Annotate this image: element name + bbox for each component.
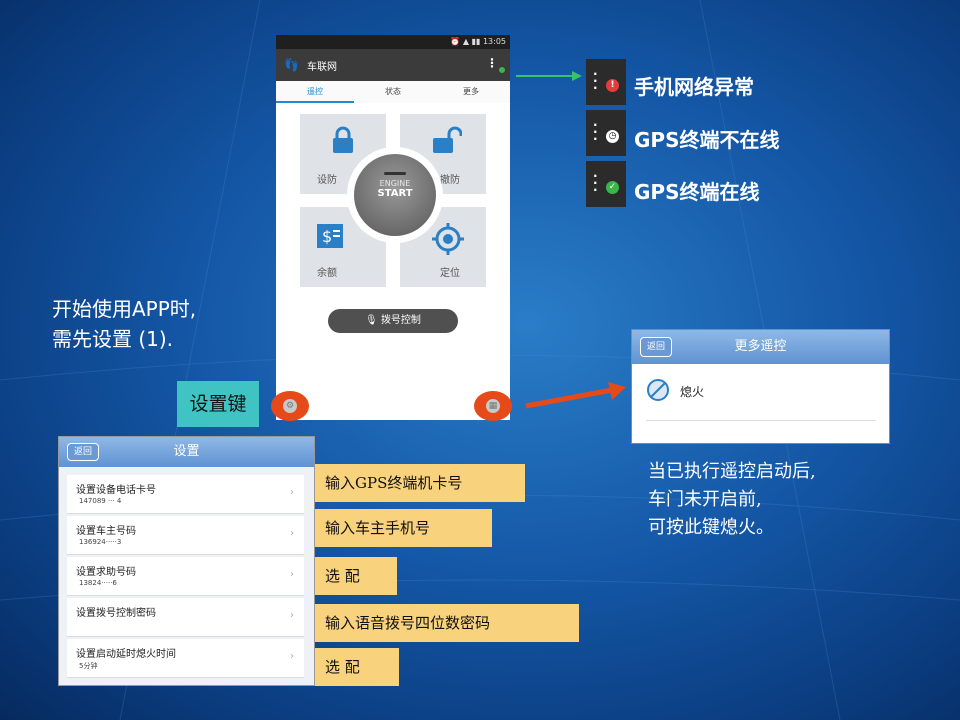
- note-optional-2: 选 配: [315, 648, 399, 686]
- green-arrow: [516, 71, 582, 81]
- phone-screen: ⏰ ▲ ▮▮ 13:05 👣 车联网 ⋮ 遥控 状态 更多 设防 撤防 $ 余额: [276, 35, 510, 420]
- arm-label: 设防: [317, 175, 337, 186]
- legend-error-icon: · · · !: [586, 59, 626, 105]
- check-badge-icon: ✓: [606, 181, 619, 194]
- legend-label-online: GPS终端在线: [634, 180, 760, 204]
- intro-note-line1: 开始使用APP时,: [52, 297, 197, 321]
- engine-indicator: [384, 172, 406, 175]
- target-icon: [432, 223, 464, 261]
- menu-dots-icon: · · ·: [593, 67, 598, 95]
- app-title: 车联网: [306, 61, 337, 73]
- more-remote-panel: 返回 更多遥控 熄火: [631, 329, 890, 444]
- unlock-icon: [432, 126, 463, 160]
- lock-icon: [330, 126, 356, 160]
- legend-label-offline: GPS终端不在线: [634, 128, 780, 152]
- tab-remote[interactable]: 遥控: [276, 81, 354, 103]
- dial-control-label: 拨号控制: [380, 315, 421, 326]
- chevron-right-icon: ›: [290, 610, 294, 621]
- status-icons: ⏰ ▲ ▮▮: [450, 37, 483, 46]
- legend-online-icon: · · · ✓: [586, 161, 626, 207]
- settings-key-label: 设置键: [177, 381, 259, 427]
- setting-title: 设置设备电话卡号: [76, 485, 156, 496]
- settings-key-highlight[interactable]: ⚙: [271, 391, 309, 421]
- intro-note-line2: 需先设置 (1).: [52, 327, 174, 351]
- setting-row-delay-off[interactable]: 设置启动延时熄火时间 5分钟 ›: [67, 639, 304, 678]
- menu-dots-icon: · · ·: [593, 169, 598, 197]
- setting-title: 设置启动延时熄火时间: [76, 649, 176, 660]
- setting-value: 13824·····6: [79, 579, 117, 587]
- back-button[interactable]: 返回: [640, 337, 673, 357]
- setting-value: 5分钟: [79, 662, 98, 670]
- gear-icon: ⚙: [283, 399, 297, 413]
- chevron-right-icon: ›: [290, 651, 294, 662]
- back-button[interactable]: 返回: [67, 443, 100, 461]
- overflow-menu-icon[interactable]: ⋮: [486, 56, 498, 70]
- engine-off-label: 熄火: [680, 385, 705, 399]
- setting-title: 设置求助号码: [76, 567, 136, 578]
- setting-row-dial-password[interactable]: 设置拨号控制密码 ›: [67, 598, 304, 637]
- status-time: 13:05: [482, 37, 506, 46]
- status-bar: ⏰ ▲ ▮▮ 13:05: [276, 35, 510, 49]
- setting-row-owner-number[interactable]: 设置车主号码 136924·····3 ›: [67, 516, 304, 555]
- setting-title: 设置车主号码: [76, 526, 136, 537]
- engine-off-note: 当已执行遥控启动后, 车门未开启前, 可按此键熄火。: [648, 458, 816, 542]
- setting-title: 设置拨号控制密码: [76, 608, 156, 619]
- more-key-highlight[interactable]: ▦: [474, 391, 512, 421]
- grid-icon: ▦: [486, 399, 500, 413]
- svg-text:$: $: [322, 227, 332, 246]
- disarm-label: 撤防: [440, 175, 460, 186]
- chevron-right-icon: ›: [290, 528, 294, 539]
- settings-title: 设置: [173, 444, 200, 459]
- receipt-icon: $: [316, 223, 344, 255]
- note-gps-card: 输入GPS终端机卡号: [315, 464, 525, 502]
- intro-note: 开始使用APP时, 需先设置 (1).: [52, 294, 196, 354]
- tab-more[interactable]: 更多: [432, 81, 510, 103]
- note-dial-password: 输入语音拨号四位数密码: [315, 604, 579, 642]
- engine-off-icon: [647, 379, 669, 401]
- locate-label: 定位: [440, 268, 460, 279]
- settings-header: 返回 设置: [59, 437, 314, 467]
- engine-off-note-line2: 车门未开启前,: [648, 489, 762, 510]
- setting-value: 147089 ··· 4: [79, 497, 122, 505]
- note-owner-phone: 输入车主手机号: [315, 509, 492, 547]
- error-badge-icon: !: [606, 79, 619, 92]
- menu-dots-icon: · · ·: [593, 118, 598, 146]
- setting-row-help-number[interactable]: 设置求助号码 13824·····6 ›: [67, 557, 304, 596]
- start-label: START: [377, 188, 413, 199]
- legend-label-error: 手机网络异常: [634, 75, 754, 99]
- clock-badge-icon: ◷: [606, 130, 619, 143]
- setting-row-device-phone[interactable]: 设置设备电话卡号 147089 ··· 4 ›: [67, 475, 304, 514]
- orange-arrow: [525, 382, 626, 409]
- settings-panel: 返回 设置 设置设备电话卡号 147089 ··· 4 › 设置车主号码 136…: [58, 436, 315, 686]
- engine-off-item[interactable]: 熄火: [646, 376, 876, 421]
- chevron-right-icon: ›: [290, 569, 294, 580]
- chevron-right-icon: ›: [290, 487, 294, 498]
- remote-panel: 设防 撤防 $ 余额 定位 ENGINE START 🎙 拨号控制: [276, 103, 510, 420]
- engine-off-note-line3: 可按此键熄火。: [648, 517, 774, 538]
- dial-control-button[interactable]: 🎙 拨号控制: [328, 309, 458, 333]
- more-remote-title: 更多遥控: [734, 339, 787, 354]
- tab-bar: 遥控 状态 更多: [276, 81, 510, 104]
- note-optional-1: 选 配: [315, 557, 397, 595]
- microphone-icon: 🎙: [365, 315, 378, 326]
- engine-label: ENGINE: [379, 179, 411, 188]
- setting-value: 136924·····3: [79, 538, 122, 546]
- legend-offline-icon: · · · ◷: [586, 110, 626, 156]
- more-remote-header: 返回 更多遥控: [632, 330, 889, 364]
- engine-off-note-line1: 当已执行遥控启动后,: [648, 461, 816, 482]
- footprint-logo-icon: 👣: [284, 58, 299, 72]
- online-status-icon: [499, 67, 505, 73]
- engine-start-button[interactable]: ENGINE START: [354, 154, 436, 236]
- app-bar: 👣 车联网 ⋮: [276, 49, 510, 81]
- tab-status[interactable]: 状态: [354, 81, 432, 103]
- balance-label: 余额: [317, 268, 337, 279]
